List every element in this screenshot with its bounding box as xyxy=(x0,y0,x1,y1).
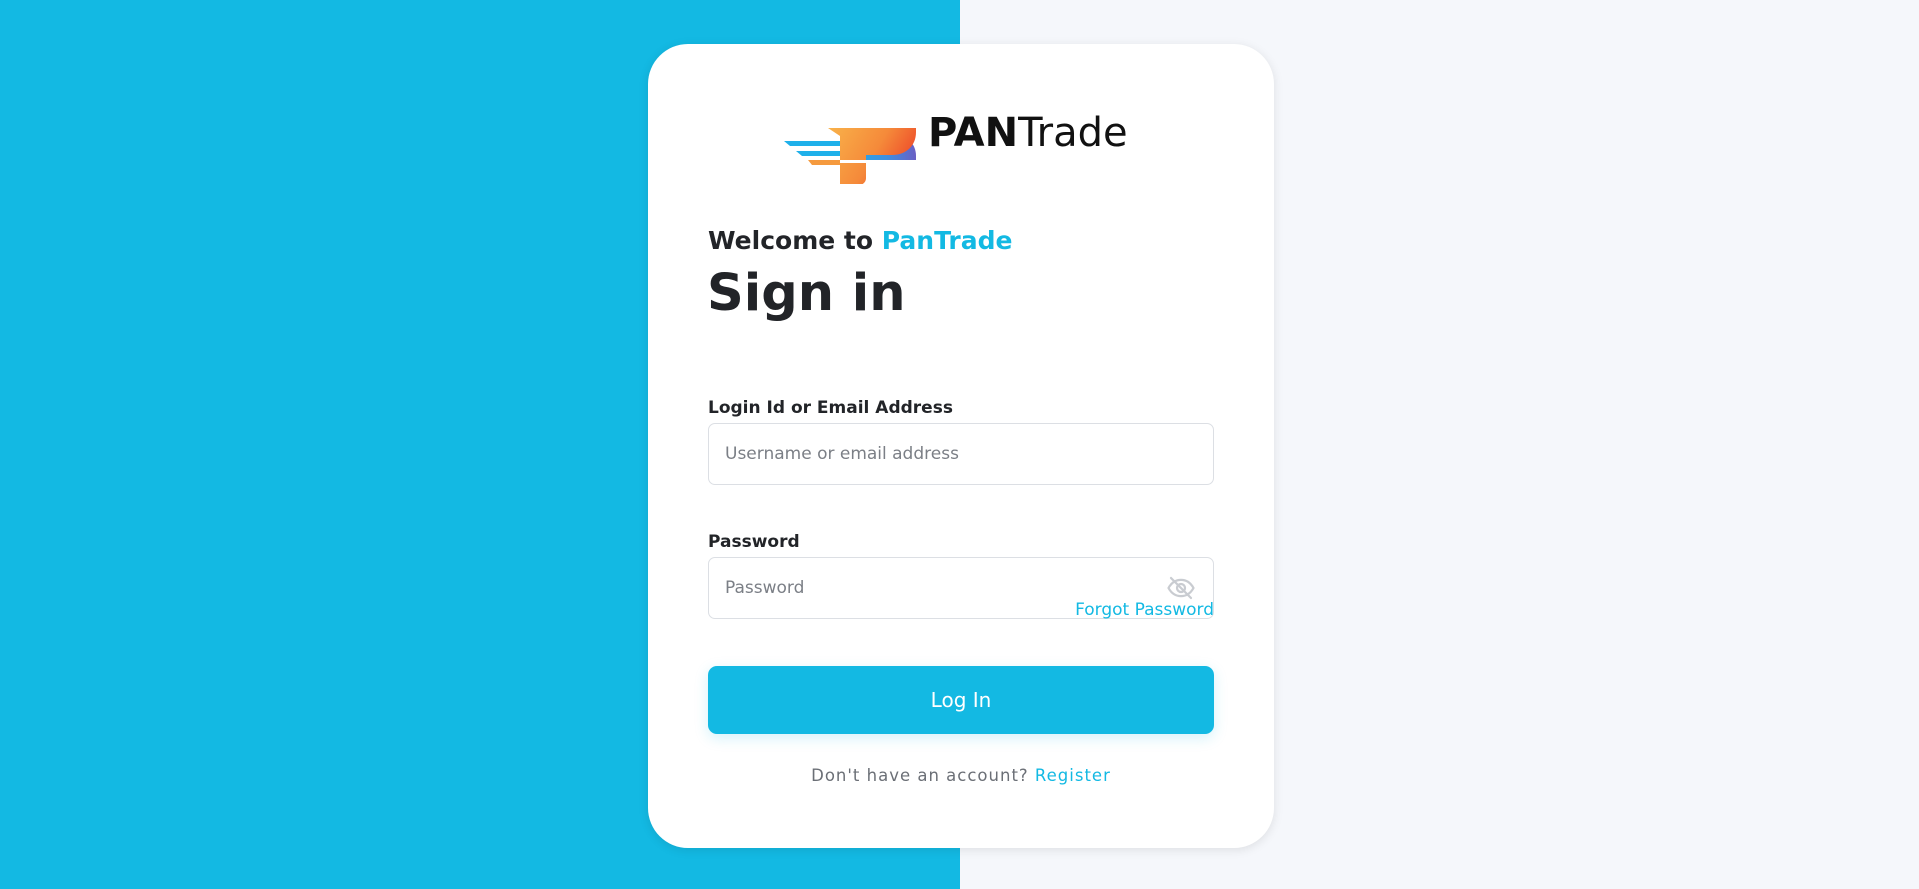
welcome-brand: PanTrade xyxy=(881,226,1013,255)
login-id-label: Login Id or Email Address xyxy=(708,398,953,418)
welcome-prefix: Welcome to xyxy=(708,226,874,255)
login-card: PANTrade Welcome to PanTrade Sign in Log… xyxy=(648,44,1274,848)
welcome-heading: Welcome to PanTrade xyxy=(708,226,1012,255)
pantrade-logo-icon xyxy=(784,128,920,184)
register-prompt-text: Don't have an account? xyxy=(811,766,1029,785)
password-label: Password xyxy=(708,532,800,552)
register-prompt: Don't have an account? Register xyxy=(648,766,1274,785)
brand-wordmark-bold: PAN xyxy=(928,110,1019,156)
forgot-password-link[interactable]: Forgot Password xyxy=(1075,600,1214,620)
brand-wordmark-light: Trade xyxy=(1018,110,1128,156)
brand-logo: PANTrade xyxy=(784,92,1128,184)
login-button[interactable]: Log In xyxy=(708,666,1214,734)
register-link[interactable]: Register xyxy=(1035,766,1111,785)
page-title: Sign in xyxy=(707,264,906,323)
login-id-input[interactable] xyxy=(708,423,1214,485)
brand-wordmark: PANTrade xyxy=(928,110,1128,156)
eye-off-icon[interactable] xyxy=(1166,573,1196,603)
